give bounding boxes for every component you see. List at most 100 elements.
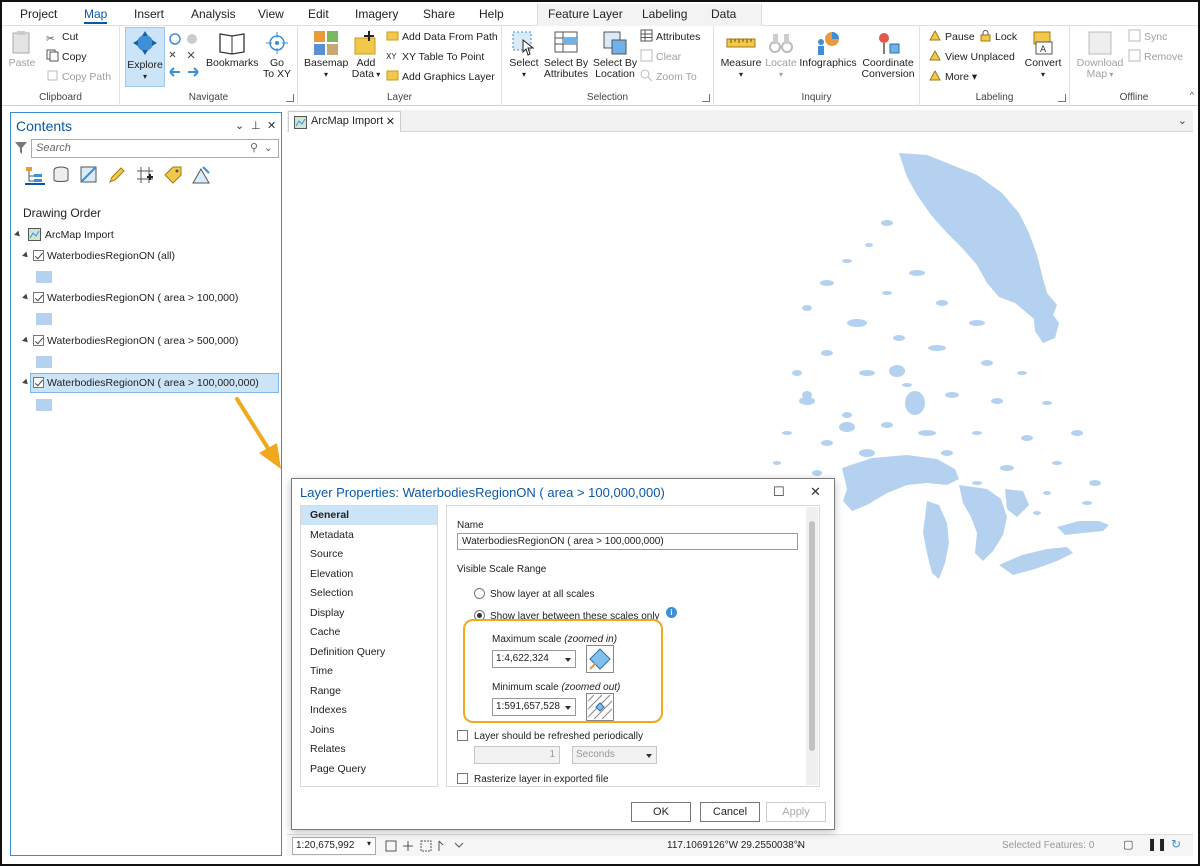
- pin-icon[interactable]: ⊥: [251, 119, 261, 132]
- pause-drawing-icon[interactable]: ❚❚: [1147, 837, 1167, 851]
- tab-share[interactable]: Share: [423, 7, 455, 21]
- basemap-button[interactable]: Basemap ▾: [304, 30, 348, 80]
- refresh-icon[interactable]: ↻: [1171, 837, 1181, 851]
- search-icon[interactable]: ⚲: [250, 141, 258, 154]
- add-data-from-path-button[interactable]: Add Data From Path: [386, 29, 498, 45]
- download-map-button[interactable]: Download Map ▾: [1074, 30, 1126, 80]
- tab-map[interactable]: Map: [84, 7, 108, 24]
- coordinate-conversion-button[interactable]: Coordinate Conversion: [860, 30, 916, 80]
- pause-labels-button[interactable]: Pause: [929, 29, 975, 45]
- map-status-tools-icon[interactable]: [385, 839, 475, 853]
- nav-metadata[interactable]: Metadata: [301, 526, 437, 545]
- nav-joins[interactable]: Joins: [301, 721, 437, 740]
- clear-button[interactable]: Clear: [640, 49, 681, 65]
- attributes-button[interactable]: Attributes: [640, 29, 700, 45]
- explore-button[interactable]: Explore ▾: [127, 30, 163, 82]
- nav-definition-query[interactable]: Definition Query: [301, 643, 437, 662]
- select-by-attributes-button[interactable]: Select By Attributes: [542, 30, 590, 80]
- maximize-icon[interactable]: ☐: [773, 484, 785, 500]
- refresh-periodically-option[interactable]: Layer should be refreshed periodically: [457, 730, 643, 742]
- nav-general[interactable]: General: [301, 506, 437, 525]
- measure-button[interactable]: Measure ▾: [718, 30, 764, 80]
- selected-features-count[interactable]: Selected Features: 0: [1002, 840, 1094, 851]
- nav-cache[interactable]: Cache: [301, 623, 437, 642]
- nav-display[interactable]: Display: [301, 604, 437, 623]
- filter-status-icon[interactable]: ▢: [1123, 838, 1133, 851]
- map-tree-item[interactable]: ArcMap Import: [14, 226, 114, 244]
- tab-help[interactable]: Help: [479, 7, 504, 21]
- expand-arrow-icon[interactable]: [22, 336, 30, 345]
- nav-relates[interactable]: Relates: [301, 740, 437, 759]
- nav-page-query[interactable]: Page Query: [301, 760, 437, 779]
- select-button[interactable]: Select ▾: [508, 30, 540, 80]
- tab-list-chevron-icon[interactable]: ⌄: [1178, 114, 1187, 127]
- list-by-editing-icon[interactable]: [107, 165, 127, 185]
- tab-view[interactable]: View: [258, 7, 284, 21]
- refresh-interval-input[interactable]: 1: [474, 746, 560, 764]
- tab-feature-layer[interactable]: Feature Layer: [548, 7, 623, 21]
- list-by-drawing-order-icon[interactable]: [25, 165, 45, 185]
- list-by-source-icon[interactable]: [51, 165, 71, 185]
- add-graphics-layer-button[interactable]: Add Graphics Layer: [386, 69, 495, 85]
- map-scale-combo[interactable]: 1:20,675,992 ▾: [292, 837, 376, 855]
- tab-edit[interactable]: Edit: [308, 7, 329, 21]
- collapse-ribbon-icon[interactable]: ^: [1190, 90, 1194, 100]
- nav-indexes[interactable]: Indexes: [301, 701, 437, 720]
- tab-imagery[interactable]: Imagery: [355, 7, 398, 21]
- zoom-to-button[interactable]: Zoom To: [640, 69, 697, 85]
- zoom-controls-icon[interactable]: [168, 32, 200, 82]
- layer-item-500k[interactable]: WaterbodiesRegionON ( area > 500,000): [22, 332, 238, 350]
- nav-source[interactable]: Source: [301, 545, 437, 564]
- dialog-scrollbar[interactable]: [806, 507, 818, 785]
- layer-symbol-swatch[interactable]: [36, 356, 52, 368]
- go-to-xy-button[interactable]: Go To XY: [260, 30, 294, 80]
- tab-insert[interactable]: Insert: [134, 7, 164, 21]
- view-unplaced-button[interactable]: View Unplaced: [929, 49, 1015, 65]
- rasterize-checkbox[interactable]: [457, 773, 468, 784]
- selection-launcher[interactable]: [702, 94, 710, 102]
- show-all-scales-option[interactable]: Show layer at all scales: [474, 588, 595, 600]
- layer-name-input[interactable]: WaterbodiesRegionON ( area > 100,000,000…: [457, 533, 798, 550]
- convert-button[interactable]: A Convert ▾: [1022, 30, 1064, 80]
- map-tab[interactable]: ArcMap Import ✕: [288, 111, 401, 132]
- nav-elevation[interactable]: Elevation: [301, 565, 437, 584]
- copy-button[interactable]: Copy: [46, 49, 87, 65]
- tab-data[interactable]: Data: [711, 7, 736, 21]
- ok-button[interactable]: OK: [631, 802, 691, 822]
- search-options-chevron-icon[interactable]: ⌄: [264, 141, 273, 154]
- list-by-perspective-icon[interactable]: [191, 165, 211, 185]
- layer-item-100m[interactable]: WaterbodiesRegionON ( area > 100,000,000…: [22, 374, 259, 392]
- bookmarks-button[interactable]: Bookmarks: [206, 30, 259, 69]
- add-data-button[interactable]: Add Data ▾: [350, 30, 382, 80]
- layer-visibility-checkbox[interactable]: [33, 377, 44, 388]
- remove-button[interactable]: Remove: [1128, 49, 1183, 65]
- refresh-periodically-checkbox[interactable]: [457, 730, 468, 741]
- expand-arrow-icon[interactable]: [22, 251, 30, 260]
- pane-menu-chevron-icon[interactable]: ⌄: [235, 119, 244, 132]
- tab-analysis[interactable]: Analysis: [191, 7, 236, 21]
- paste-button[interactable]: Paste: [8, 30, 36, 69]
- nav-time[interactable]: Time: [301, 662, 437, 681]
- expand-arrow-icon[interactable]: [22, 378, 30, 387]
- locate-button[interactable]: Locate ▾: [764, 30, 798, 80]
- cut-button[interactable]: ✂ Cut: [46, 29, 78, 45]
- layer-item-100k[interactable]: WaterbodiesRegionON ( area > 100,000): [22, 289, 238, 307]
- nav-range[interactable]: Range: [301, 682, 437, 701]
- list-by-snapping-icon[interactable]: [135, 165, 155, 185]
- info-icon[interactable]: i: [666, 607, 677, 618]
- rasterize-option[interactable]: Rasterize layer in exported file: [457, 773, 609, 785]
- xy-table-to-point-button[interactable]: XY XY Table To Point: [386, 49, 484, 65]
- infographics-button[interactable]: Infographics: [798, 30, 858, 69]
- refresh-units-combo[interactable]: Seconds: [572, 746, 657, 764]
- select-by-location-button[interactable]: Select By Location: [592, 30, 638, 80]
- tab-project[interactable]: Project: [20, 7, 57, 21]
- filter-icon[interactable]: [15, 141, 27, 155]
- nav-selection[interactable]: Selection: [301, 584, 437, 603]
- tab-labeling[interactable]: Labeling: [642, 7, 687, 21]
- labeling-launcher[interactable]: [1058, 94, 1066, 102]
- lock-labels-button[interactable]: Lock: [979, 29, 1017, 45]
- list-by-selection-icon[interactable]: [79, 165, 99, 185]
- expand-arrow-icon[interactable]: [14, 230, 22, 239]
- list-by-labeling-icon[interactable]: [163, 165, 183, 185]
- cancel-button[interactable]: Cancel: [700, 802, 760, 822]
